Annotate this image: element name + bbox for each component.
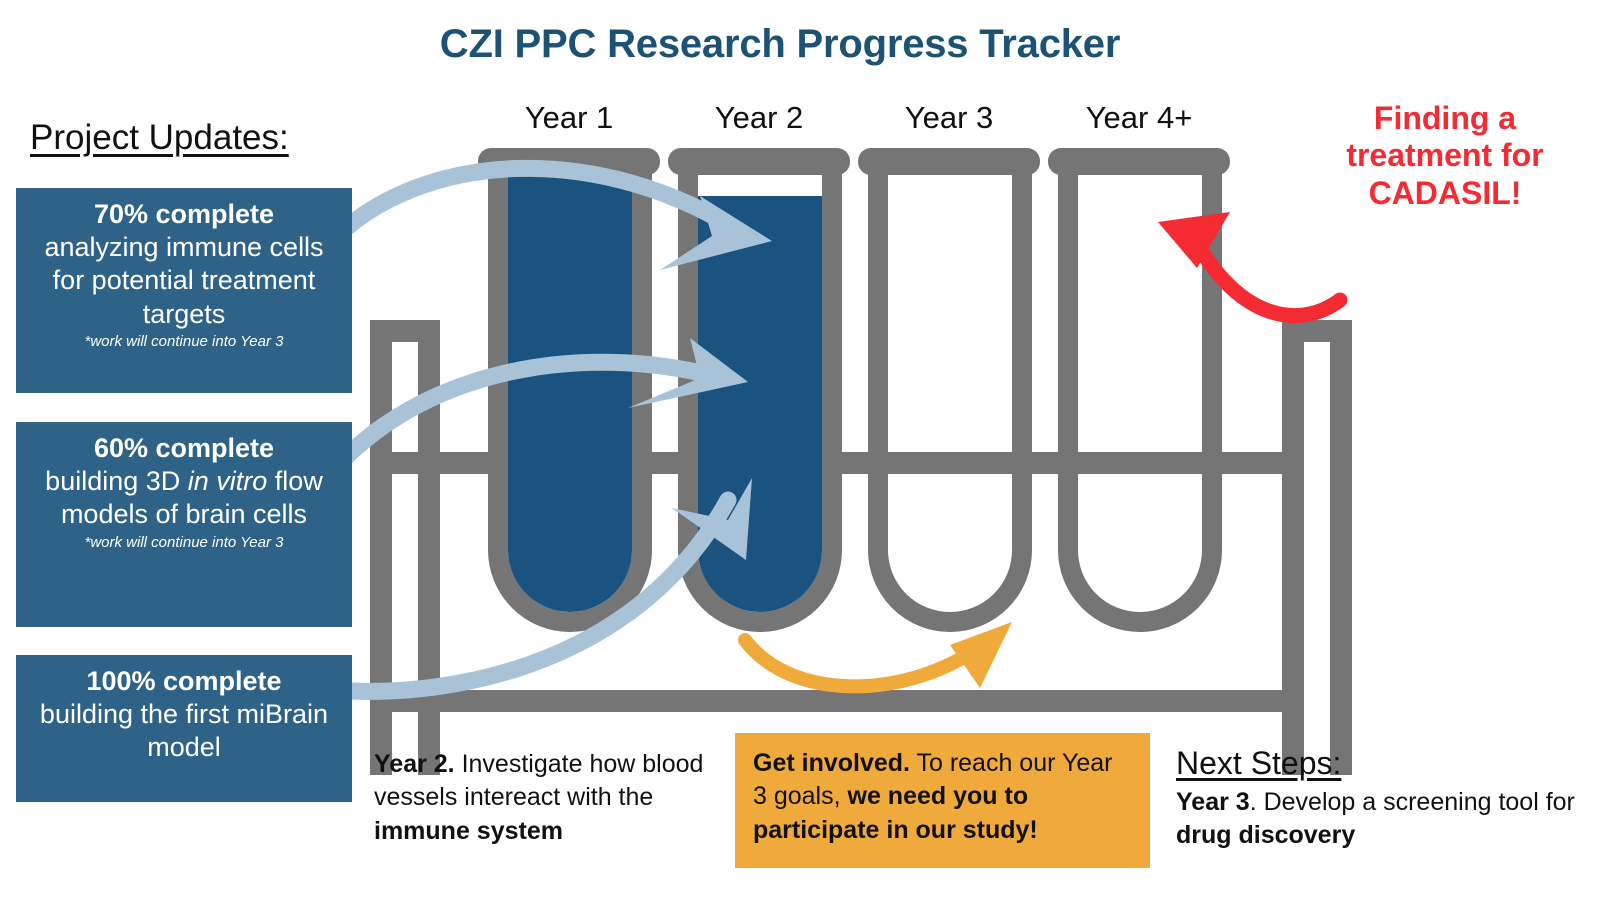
callout-line-1: Finding a <box>1373 100 1517 136</box>
rack-lower-crossbar <box>390 690 1300 712</box>
test-tube-year-3 <box>858 148 1040 632</box>
update-description: building 3D in vitro flow models of brai… <box>28 465 340 532</box>
tube-2-cap <box>668 148 850 175</box>
update-percent: 70% complete <box>93 199 275 229</box>
get-involved-box: Get involved. To reach our Year 3 goals,… <box>735 733 1150 868</box>
orange-arrow <box>738 622 1012 694</box>
update-percent: 100% complete <box>86 666 282 696</box>
year2-label: Year 2. <box>374 750 455 778</box>
desc-emphasis: in vitro <box>187 465 268 496</box>
next-steps-label: Year 3 <box>1176 787 1250 816</box>
tube-1-fill <box>508 172 632 612</box>
year2-note: Year 2. Investigate how blood vessels in… <box>374 748 719 848</box>
cadasil-callout: Finding a treatment for CADASIL! <box>1300 100 1590 212</box>
update-description: analyzing immune cells for potential tre… <box>44 231 324 329</box>
update-card-100: 100% complete building the first miBrain… <box>16 655 352 802</box>
update-note: *work will continue into Year 3 <box>84 533 284 551</box>
infographic-canvas: CZI PPC Research Progress Tracker Year 1… <box>0 0 1600 900</box>
desc-pre: building 3D <box>45 465 188 496</box>
year2-text-bold: immune system <box>374 816 563 845</box>
update-description: building the first miBrain model <box>39 698 329 763</box>
test-tube-year-1 <box>478 148 660 632</box>
update-percent: 60% complete <box>93 433 275 463</box>
get-involved-label: Get involved. <box>753 749 910 777</box>
tube-2-fill <box>698 196 822 612</box>
next-steps-text-bold: drug discovery <box>1176 820 1356 849</box>
update-card-70: 70% complete analyzing immune cells for … <box>16 188 352 393</box>
update-note: *work will continue into Year 3 <box>84 333 284 351</box>
red-arrow <box>1158 212 1348 324</box>
next-steps-heading: Next Steps: <box>1176 745 1342 781</box>
tube-4-cap <box>1048 148 1230 175</box>
tube-3-cap <box>858 148 1040 175</box>
next-steps-text: . Develop a screening tool for <box>1249 787 1575 816</box>
callout-line-3: CADASIL! <box>1368 174 1522 211</box>
next-steps-block: Next Steps: Year 3. Develop a screening t… <box>1176 742 1586 852</box>
callout-line-2: treatment for <box>1346 137 1544 174</box>
update-card-60: 60% complete building 3D in vitro flow m… <box>16 422 352 627</box>
project-updates-heading: Project Updates: <box>30 118 289 157</box>
